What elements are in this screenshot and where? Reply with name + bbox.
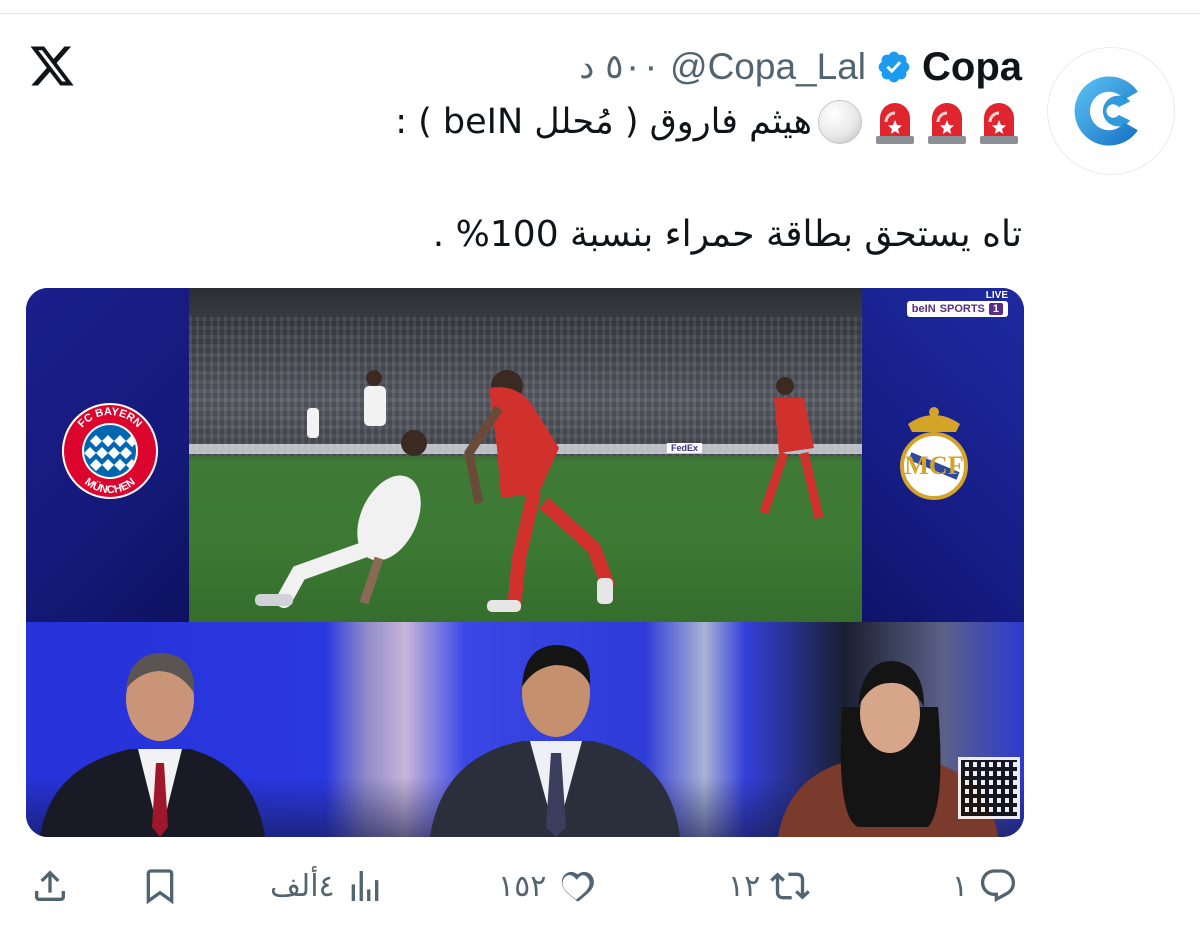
siren-icon (876, 103, 914, 144)
tweet-media[interactable]: FedEx LIVE beIN SPORTS 1 FC BAYERN MÜNCH… (26, 288, 1024, 837)
copa-logo-icon (1074, 76, 1138, 146)
analytics-icon (351, 871, 378, 901)
siren-icon (928, 103, 966, 144)
players-illustration (255, 370, 824, 612)
tweet-text-line-1-text: هيثم فاروق ( مُحلل beIN ) : (395, 102, 812, 142)
tweet-text-line-1: هيثم فاروق ( مُحلل beIN ) : (395, 98, 1022, 146)
channel-badge: LIVE beIN SPORTS 1 (906, 290, 1008, 317)
tweet-header: ٥٠٠ د @Copa_Lal Copa (579, 44, 1022, 90)
reply-icon (981, 869, 1016, 903)
channel-live-label: LIVE (985, 290, 1008, 301)
like-count: ١٥٢ (498, 868, 547, 904)
x-logo-icon[interactable] (28, 42, 76, 90)
share-icon (35, 870, 65, 901)
channel-sports: SPORTS (939, 303, 985, 315)
tweet-time[interactable]: ٥٠٠ د (579, 47, 660, 87)
white-circle-icon (818, 100, 862, 144)
bookmark-icon (146, 869, 174, 905)
channel-name: beIN (911, 303, 936, 315)
bayern-munich-badge-icon: FC BAYERN MÜNCHEN (62, 403, 158, 499)
bookmark-button[interactable] (140, 858, 180, 914)
analyst-left (40, 653, 265, 837)
real-madrid-badge-icon: MCF (900, 407, 968, 500)
channel-number: 1 (988, 303, 1003, 315)
avatar[interactable] (1047, 47, 1175, 175)
match-footage: FedEx (189, 288, 862, 622)
heart-icon (562, 871, 595, 902)
share-button[interactable] (30, 858, 70, 914)
analyst-center (430, 645, 680, 837)
channel-logo: beIN SPORTS 1 (906, 301, 1008, 317)
reply-count: ١ (952, 868, 969, 904)
verified-badge-icon (878, 51, 910, 83)
tweet-text-line-2: تاه يستحق بطاقة حمراء بنسبة 100% . (432, 214, 1022, 255)
display-name[interactable]: Copa (922, 45, 1022, 90)
retweet-button[interactable]: ١٢ (728, 858, 811, 914)
like-button[interactable]: ١٥٢ (498, 858, 596, 914)
qr-code (958, 757, 1020, 819)
svg-text:MCF: MCF (904, 451, 963, 480)
studio-panel (26, 622, 1024, 837)
views-button[interactable]: ٤ألف (270, 858, 385, 914)
reply-button[interactable]: ١ (952, 858, 1018, 914)
top-divider (0, 0, 1200, 14)
broadcast-frame: FedEx LIVE beIN SPORTS 1 FC BAYERN MÜNCH… (26, 288, 1024, 622)
retweet-count: ١٢ (728, 868, 761, 904)
retweet-icon (770, 872, 811, 900)
tweet-actions: ١ ١٢ ١٥٢ ٤ألف (0, 858, 1200, 914)
user-handle[interactable]: @Copa_Lal (670, 46, 866, 88)
views-count: ٤ألف (270, 868, 335, 904)
siren-icon (980, 103, 1018, 144)
